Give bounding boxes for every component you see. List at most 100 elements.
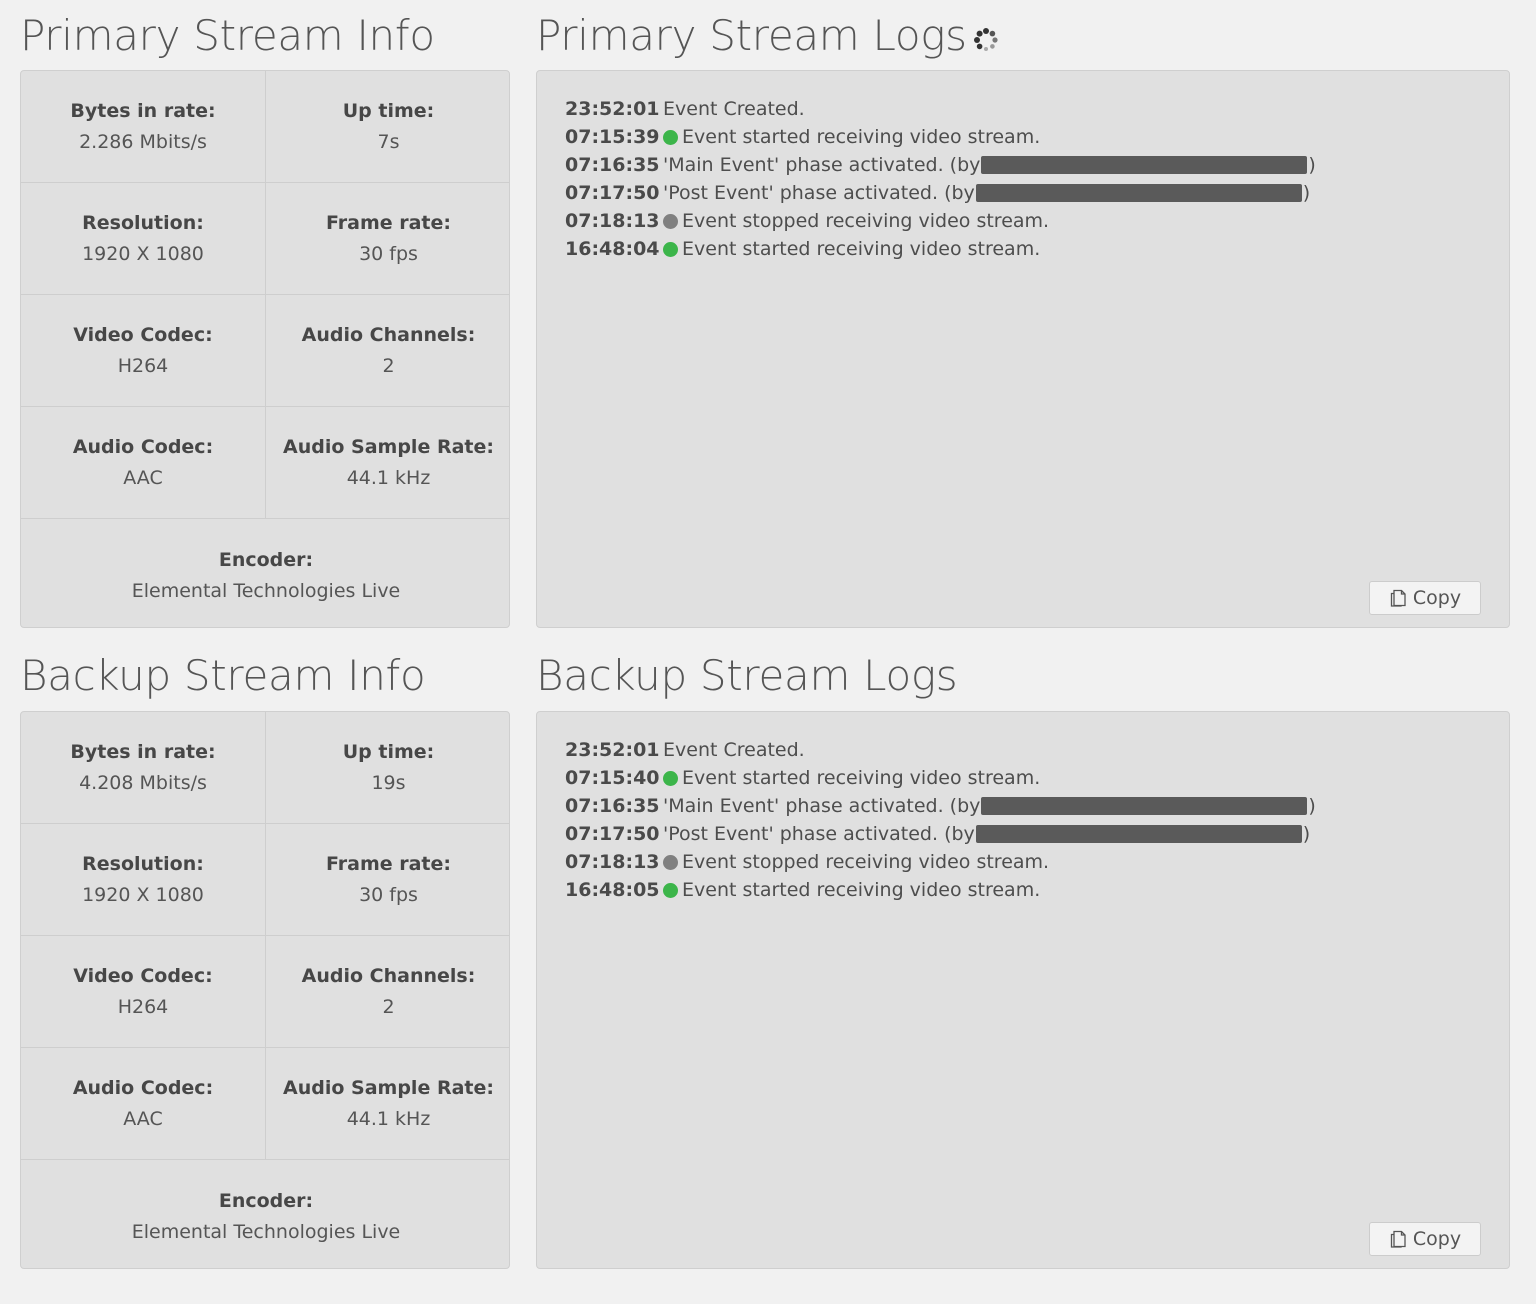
audio-sample-rate-value: 44.1 kHz — [346, 467, 431, 489]
log-message: Event started receiving video stream. — [682, 879, 1041, 901]
redacted-user — [975, 825, 1302, 843]
redacted-user — [975, 184, 1302, 202]
audio-codec-label: Audio Codec: — [72, 1077, 214, 1099]
log-time: 07:16:35 — [565, 154, 660, 176]
audio-codec-cell: Audio Codec: AAC — [21, 1048, 266, 1160]
backup-stream-logs-panel[interactable]: 23:52:01 Event Created. 07:15:40 Event s… — [536, 711, 1510, 1269]
status-green-dot-icon — [663, 882, 678, 898]
log-entry: 07:16:35 'Main Event' phase activated. (… — [565, 151, 1316, 179]
primary-stream-logs-title: Primary Stream Logs — [536, 11, 967, 60]
log-time: 07:15:39 — [565, 126, 660, 148]
frame-rate-value: 30 fps — [359, 243, 418, 265]
log-time: 16:48:05 — [565, 879, 660, 901]
encoder-cell: Encoder: Elemental Technologies Live — [21, 519, 509, 627]
log-message: 'Main Event' phase activated. (by — [663, 154, 981, 176]
log-time: 07:18:13 — [565, 851, 660, 873]
video-codec-cell: Video Codec: H264 — [21, 936, 266, 1048]
log-time: 07:17:50 — [565, 182, 660, 204]
log-message: 'Post Event' phase activated. (by — [663, 823, 975, 845]
primary-copy-button[interactable]: Copy — [1369, 581, 1481, 615]
log-time: 16:48:04 — [565, 238, 660, 260]
audio-channels-cell: Audio Channels: 2 — [266, 295, 509, 407]
frame-rate-value: 30 fps — [359, 884, 418, 906]
audio-codec-value: AAC — [123, 467, 163, 489]
resolution-cell: Resolution: 1920 X 1080 — [21, 824, 266, 936]
bytes-in-rate-value: 4.208 Mbits/s — [79, 772, 207, 794]
log-message: Event Created. — [663, 739, 805, 761]
video-codec-value: H264 — [117, 996, 169, 1018]
backup-log-list: 23:52:01 Event Created. 07:15:40 Event s… — [565, 736, 1316, 904]
up-time-cell: Up time: 7s — [266, 71, 509, 183]
status-green-dot-icon — [663, 770, 678, 786]
log-entry: 07:17:50 'Post Event' phase activated. (… — [565, 179, 1316, 207]
log-message: 'Post Event' phase activated. (by — [663, 182, 975, 204]
resolution-value: 1920 X 1080 — [82, 243, 204, 265]
primary-stream-info-title: Primary Stream Info — [20, 11, 435, 60]
log-message: 'Main Event' phase activated. (by — [663, 795, 981, 817]
status-green-dot-icon — [663, 129, 678, 145]
bytes-in-rate-value: 2.286 Mbits/s — [79, 131, 207, 153]
audio-sample-rate-cell: Audio Sample Rate: 44.1 kHz — [266, 1048, 509, 1160]
backup-copy-button[interactable]: Copy — [1369, 1222, 1481, 1256]
audio-channels-value: 2 — [382, 355, 395, 377]
encoder-value: Elemental Technologies Live — [131, 1220, 401, 1243]
primary-log-list: 23:52:01 Event Created. 07:15:39 Event s… — [565, 95, 1316, 263]
resolution-value: 1920 X 1080 — [82, 884, 204, 906]
log-message: Event started receiving video stream. — [682, 126, 1041, 148]
up-time-cell: Up time: 19s — [266, 712, 509, 824]
audio-codec-cell: Audio Codec: AAC — [21, 407, 266, 519]
resolution-label: Resolution: — [82, 212, 204, 234]
log-time: 23:52:01 — [565, 98, 660, 120]
log-time: 23:52:01 — [565, 739, 660, 761]
log-entry: 07:18:13 Event stopped receiving video s… — [565, 848, 1316, 876]
close-paren: ) — [1308, 154, 1316, 176]
audio-sample-rate-label: Audio Sample Rate: — [283, 436, 494, 458]
frame-rate-cell: Frame rate: 30 fps — [266, 183, 509, 295]
redacted-user — [981, 156, 1308, 174]
log-entry: 07:17:50 'Post Event' phase activated. (… — [565, 820, 1316, 848]
resolution-cell: Resolution: 1920 X 1080 — [21, 183, 266, 295]
primary-stream-info-panel: Bytes in rate: 2.286 Mbits/s Up time: 7s… — [20, 70, 510, 628]
audio-sample-rate-label: Audio Sample Rate: — [283, 1077, 494, 1099]
encoder-label: Encoder: — [218, 1189, 314, 1212]
log-entry: 23:52:01 Event Created. — [565, 736, 1316, 764]
video-codec-label: Video Codec: — [73, 965, 213, 987]
frame-rate-label: Frame rate: — [325, 212, 451, 234]
redacted-user — [981, 797, 1308, 815]
bytes-in-rate-cell: Bytes in rate: 2.286 Mbits/s — [21, 71, 266, 183]
encoder-cell: Encoder: Elemental Technologies Live — [21, 1160, 509, 1268]
encoder-label: Encoder: — [218, 548, 314, 571]
log-time: 07:18:13 — [565, 210, 660, 232]
audio-codec-label: Audio Codec: — [72, 436, 214, 458]
close-paren: ) — [1302, 823, 1311, 845]
spinner-icon — [973, 18, 999, 60]
audio-channels-label: Audio Channels: — [301, 965, 476, 987]
audio-codec-value: AAC — [123, 1108, 163, 1130]
backup-stream-info-title: Backup Stream Info — [20, 651, 426, 700]
copy-button-label: Copy — [1412, 587, 1462, 609]
log-time: 07:16:35 — [565, 795, 660, 817]
primary-stream-logs-panel[interactable]: 23:52:01 Event Created. 07:15:39 Event s… — [536, 70, 1510, 628]
audio-sample-rate-cell: Audio Sample Rate: 44.1 kHz — [266, 407, 509, 519]
encoder-value: Elemental Technologies Live — [131, 579, 401, 602]
up-time-value: 7s — [377, 131, 400, 153]
audio-sample-rate-value: 44.1 kHz — [346, 1108, 431, 1130]
status-green-dot-icon — [663, 241, 678, 257]
log-entry: 16:48:05 Event started receiving video s… — [565, 876, 1316, 904]
log-time: 07:15:40 — [565, 767, 660, 789]
log-message: Event stopped receiving video stream. — [682, 851, 1050, 873]
resolution-label: Resolution: — [82, 853, 204, 875]
video-codec-label: Video Codec: — [73, 324, 213, 346]
log-message: Event Created. — [663, 98, 805, 120]
log-entry: 07:16:35 'Main Event' phase activated. (… — [565, 792, 1316, 820]
audio-channels-label: Audio Channels: — [301, 324, 476, 346]
audio-channels-cell: Audio Channels: 2 — [266, 936, 509, 1048]
video-codec-cell: Video Codec: H264 — [21, 295, 266, 407]
audio-channels-value: 2 — [382, 996, 395, 1018]
close-paren: ) — [1308, 795, 1316, 817]
video-codec-value: H264 — [117, 355, 169, 377]
up-time-label: Up time: — [342, 100, 435, 122]
up-time-value: 19s — [371, 772, 406, 794]
log-time: 07:17:50 — [565, 823, 660, 845]
log-message: Event started receiving video stream. — [682, 238, 1041, 260]
